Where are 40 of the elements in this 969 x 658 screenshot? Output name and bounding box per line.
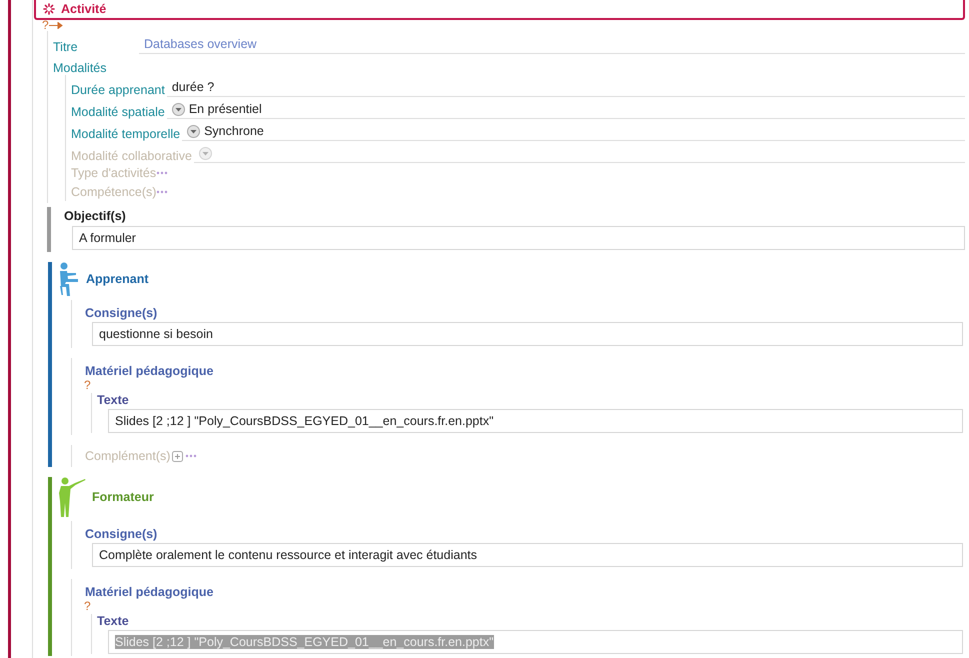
- spinner-icon: [42, 2, 56, 16]
- dropdown-icon[interactable]: [172, 102, 185, 116]
- more-icon[interactable]: [156, 170, 168, 174]
- input-field[interactable]: questionne si besoin: [92, 322, 963, 346]
- section-label: Modalités: [53, 61, 106, 75]
- dropdown-field[interactable]: [194, 144, 965, 163]
- dropdown-icon[interactable]: [187, 124, 200, 138]
- field-label: Titre: [53, 40, 79, 54]
- section-title: Activité: [61, 2, 106, 16]
- field-label: Objectif(s): [64, 209, 127, 223]
- arrow-icon: [48, 22, 63, 29]
- field-label: Type d'activités: [71, 166, 156, 180]
- input-field[interactable]: Slides [2 ;12 ] "Poly_CoursBDSS_EGYED_01__en_cours.fr.en.pptx": [108, 409, 963, 433]
- field-label: Texte: [97, 614, 130, 628]
- more-icon[interactable]: [156, 190, 168, 194]
- field-label: Modalité temporelle: [71, 127, 180, 141]
- field-label: Consigne(s): [85, 306, 158, 320]
- add-icon[interactable]: [172, 450, 184, 462]
- field-label: Modalité collaborative: [71, 149, 192, 163]
- field-text: Slides [2 ;12 ] "Poly_CoursBDSS_EGYED_01__en_cours.fr.en.pptx": [115, 414, 494, 428]
- field-text: Slides [2 ;12 ] "Poly_CoursBDSS_EGYED_01__en_cours.fr.en.pptx": [115, 635, 494, 649]
- section-title: Apprenant: [86, 272, 148, 286]
- field-label: Compétence(s): [71, 184, 156, 198]
- field-label: Consigne(s): [85, 527, 158, 541]
- field-label: Texte: [97, 393, 130, 407]
- input-field[interactable]: Complète oralement le contenu ressource et interagit avec étudiants: [92, 543, 963, 567]
- more-icon[interactable]: [185, 454, 198, 458]
- seated-person-icon: [58, 262, 80, 296]
- field-label: Complément(s): [85, 449, 170, 463]
- dropdown-field[interactable]: Synchrone: [182, 122, 965, 141]
- field-label: Matériel pédagogique: [85, 585, 214, 599]
- input-field[interactable]: A formuler: [72, 226, 965, 250]
- dropdown-field[interactable]: En présentiel: [166, 100, 965, 119]
- input-field[interactable]: Databases overview: [139, 35, 965, 54]
- section-title: Formateur: [92, 490, 154, 504]
- field-label: Modalité spatiale: [71, 105, 165, 119]
- field-label: Durée apprenant: [71, 83, 165, 97]
- field-label: Matériel pédagogique: [85, 364, 214, 378]
- input-field[interactable]: durée ?: [166, 78, 965, 97]
- standing-person-icon: [58, 477, 86, 517]
